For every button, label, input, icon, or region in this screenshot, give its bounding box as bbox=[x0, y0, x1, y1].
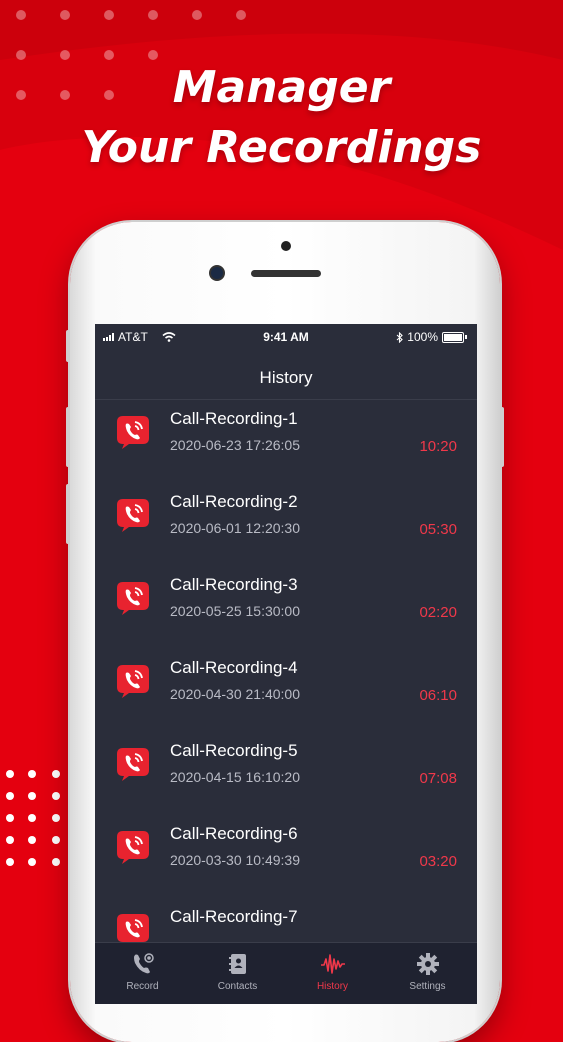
proximity-sensor bbox=[281, 241, 291, 251]
contacts-book-icon bbox=[229, 954, 246, 974]
recording-title: Call-Recording-7 bbox=[170, 907, 298, 926]
recording-title: Call-Recording-3 bbox=[170, 575, 298, 594]
recording-date: 2020-06-23 17:26:05 bbox=[170, 437, 300, 453]
waveform-icon bbox=[321, 954, 345, 974]
tab-settings-label: Settings bbox=[409, 981, 446, 992]
recording-duration: 06:10 bbox=[419, 687, 457, 704]
tab-record[interactable]: Record bbox=[95, 943, 190, 1004]
tab-contacts-label: Contacts bbox=[217, 981, 258, 992]
recording-duration: 10:20 bbox=[419, 438, 457, 455]
recording-row[interactable]: Call-Recording-3 2020-05-25 15:30:00 02:… bbox=[95, 566, 477, 649]
call-recording-icon bbox=[117, 416, 149, 449]
gear-icon bbox=[417, 953, 439, 975]
phone-power-button bbox=[500, 407, 504, 467]
recording-row[interactable]: Call-Recording-4 2020-04-30 21:40:00 06:… bbox=[95, 649, 477, 732]
battery-percentage: 100% bbox=[407, 330, 438, 344]
recording-duration: 02:20 bbox=[419, 604, 457, 621]
recording-row[interactable]: Call-Recording-1 2020-06-23 17:26:05 10:… bbox=[95, 400, 477, 483]
recording-duration: 03:20 bbox=[419, 853, 457, 870]
call-recording-icon bbox=[117, 582, 149, 615]
recording-row[interactable]: Call-Recording-6 2020-03-30 10:49:39 03:… bbox=[95, 815, 477, 898]
call-recording-icon bbox=[117, 831, 149, 864]
call-recording-icon bbox=[117, 748, 149, 781]
app-screen: AT&T 9:41 AM 100% History Call-Recording… bbox=[95, 324, 477, 1004]
recording-date: 2020-06-01 12:20:30 bbox=[170, 520, 300, 536]
headline-line-2: Your Recordings bbox=[81, 122, 482, 173]
phone-mockup: AT&T 9:41 AM 100% History Call-Recording… bbox=[66, 222, 504, 1042]
screen-title: History bbox=[259, 368, 313, 387]
recording-date: 2020-04-15 16:10:20 bbox=[170, 769, 300, 785]
tab-settings[interactable]: Settings bbox=[380, 943, 475, 1004]
recording-date: 2020-04-30 21:40:00 bbox=[170, 686, 300, 702]
recording-duration: 07:08 bbox=[419, 770, 457, 787]
tab-bar: Record Contacts History Settings bbox=[95, 942, 477, 1004]
recording-date: 2020-05-25 15:30:00 bbox=[170, 603, 300, 619]
recording-date: 2020-03-30 10:49:39 bbox=[170, 852, 300, 868]
recording-title: Call-Recording-6 bbox=[170, 824, 298, 843]
recording-duration: 05:30 bbox=[419, 521, 457, 538]
recording-row[interactable]: Call-Recording-2 2020-06-01 12:20:30 05:… bbox=[95, 483, 477, 566]
headline: Manager Your Recordings bbox=[0, 58, 563, 178]
bluetooth-icon bbox=[396, 331, 404, 343]
recording-title: Call-Recording-2 bbox=[170, 492, 298, 511]
call-recording-icon bbox=[117, 665, 149, 698]
recording-title: Call-Recording-4 bbox=[170, 658, 298, 677]
tab-record-label: Record bbox=[126, 981, 159, 992]
tab-history-label: History bbox=[316, 981, 349, 992]
phone-record-icon bbox=[134, 953, 154, 974]
phone-volume-down bbox=[66, 484, 70, 544]
status-bar: AT&T 9:41 AM 100% bbox=[95, 324, 477, 348]
recording-title: Call-Recording-1 bbox=[170, 409, 298, 428]
recording-row[interactable]: Call-Recording-5 2020-04-15 16:10:20 07:… bbox=[95, 732, 477, 815]
phone-volume-up bbox=[66, 407, 70, 467]
tab-contacts[interactable]: Contacts bbox=[190, 943, 285, 1004]
headline-line-1: Manager bbox=[172, 62, 391, 113]
tab-history[interactable]: History bbox=[285, 943, 380, 1004]
earpiece-speaker bbox=[251, 270, 321, 277]
call-recording-icon bbox=[117, 499, 149, 532]
recording-title: Call-Recording-5 bbox=[170, 741, 298, 760]
battery-icon bbox=[442, 331, 464, 343]
front-camera bbox=[211, 267, 223, 279]
phone-mute-switch bbox=[66, 330, 70, 362]
